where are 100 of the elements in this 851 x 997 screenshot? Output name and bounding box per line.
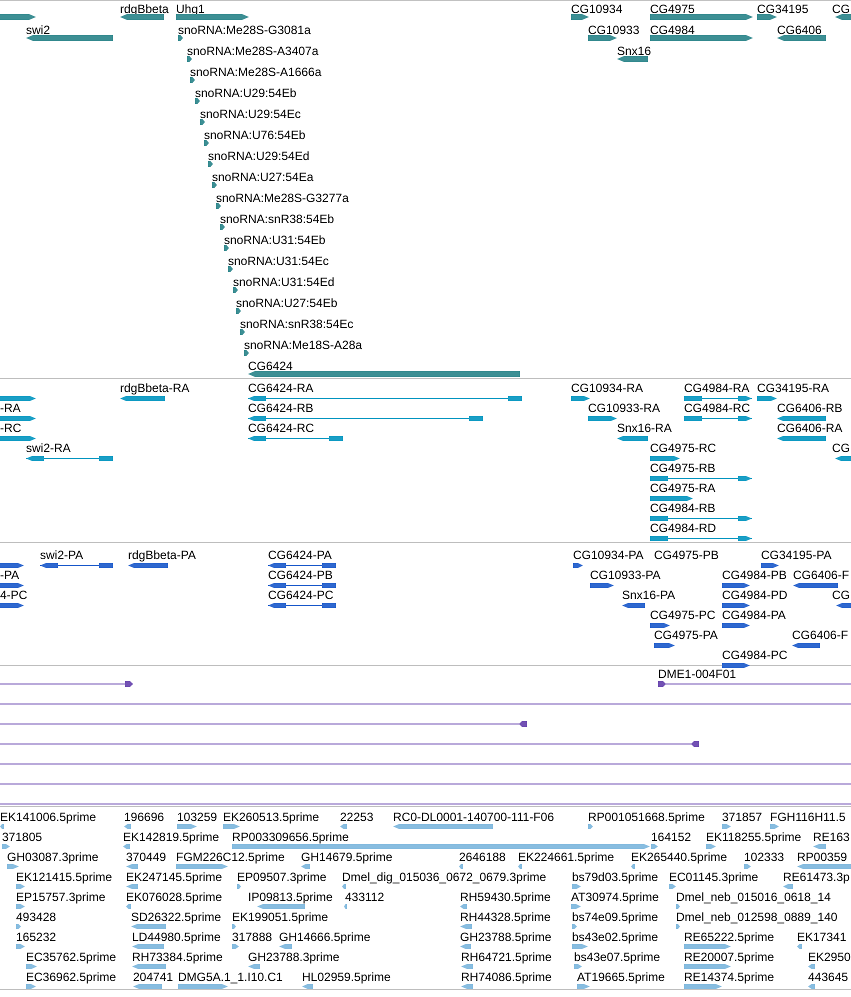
feature-label: Snx16-RA [617,421,672,435]
feature-label: RE65222.5prime [684,930,774,944]
feature-label: 2646188 [459,850,506,864]
feature-label: CG4984-RB [650,501,716,515]
feature-label: bs43e02.5prime [572,930,658,944]
feature-label: RP00359 [797,850,848,864]
feature-label: snoRNA:U29:54Ed [208,149,310,163]
feature-label: CG6424-PA [268,548,332,562]
feature-label: CG6424-PC [268,588,334,602]
feature-label: EK076028.5prime [126,890,222,904]
feature-label: EK260513.5prime [223,810,320,824]
feature-label: CG6406-F [792,628,848,642]
feature-label: GH14679.5prime [301,850,392,864]
feature-label: snoRNA:U29:54Ec [200,107,301,121]
feature-label: EK118255.5prime [706,830,802,844]
feature-label: swi2-PA [40,548,84,562]
feature-label: CG10933-RA [588,401,660,415]
feature-label: 164152 [651,830,692,844]
feature-label: CG4975-RC [650,441,716,455]
feature-label: CG6406-F [793,568,850,582]
feature-label: Dmel_neb_015016_0618_14 [676,890,831,904]
feature-label: CG10934 [571,2,622,16]
feature-label: snoRNA:U29:54Eb [195,86,296,100]
feature-label: 371857 [722,810,762,824]
feature-label: RH73384.5prime [132,950,223,964]
feature-label: GH23788.3prime [248,950,340,964]
feature-label: FGH116H11.5 [770,810,846,824]
feature-label: bs43e07.5prime [574,950,660,964]
feature-label: RE20007.5prime [684,950,774,964]
feature-label: snoRNA:U31:54Eb [224,233,326,247]
feature-label: EK2950 [808,950,851,964]
feature-label: snoRNA:Me28S-A1666a [190,65,322,79]
feature-label: RH74086.5prime [461,970,552,984]
feature-label: CG4975-RB [650,461,716,475]
feature-label: RH44328.5prime [460,910,551,924]
feature-label: bs79d03.5prime [572,870,658,884]
feature-label: CG6406-RB [777,401,842,415]
feature-label: CG6424-RA [248,381,314,395]
feature-label: CG [832,588,850,602]
feature-label: snoRNA:Me28S-A3407a [187,44,318,58]
feature-label: 371805 [2,830,42,844]
feature-label: EC35762.5prime [26,950,116,964]
feature-label: CG4984-RC [684,401,750,415]
feature-label: CG4975 [650,2,695,16]
feature-label: EK199051.5prime [232,910,328,924]
feature-label: Dmel_dig_015036_0672_0679.3prime [342,870,546,884]
feature-label: swi2 [26,23,50,37]
feature-label: 22253 [340,810,374,824]
feature-label: HL02959.5prime [302,970,391,984]
feature-label: CG10934-PA [573,548,644,562]
feature-label: snoRNA:U76:54Eb [204,128,306,142]
feature-label: CG6424-RB [248,401,314,415]
feature-label: 4-PC [0,588,28,602]
feature-label: EK265440.5prime [631,850,728,864]
feature-label: rdgBbeta [120,2,169,16]
feature-label: CG6406 [777,23,822,37]
feature-label: CG4984-PC [722,648,788,662]
feature-label: DME1-004F01 [658,667,736,681]
feature-label: EP09507.3prime [237,870,326,884]
feature-label: EK247145.5prime [126,870,222,884]
feature-label: snoRNA:U27:54Ea [212,170,314,184]
feature-label: 165232 [16,930,56,944]
feature-label: CG34195 [757,2,808,16]
feature-label: IP09813.5prime [248,890,333,904]
feature-label: 443645 [808,970,848,984]
feature-label: EK141006.5prime [0,810,96,824]
feature-label: CG4984-RA [684,381,750,395]
feature-label: RE61473.3p [783,870,850,884]
feature-label: RE163 [813,830,850,844]
feature-label: SD26322.5prime [131,910,222,924]
feature-label: DMG5A.1_1.I10.C1 [178,970,283,984]
feature-label: 317888 [232,930,272,944]
feature-label: CG [832,2,850,16]
feature-label: CG6424 [248,359,293,373]
feature-label: CG6424-PB [268,568,333,582]
feature-label: GH23788.5prime [460,930,552,944]
feature-label: RH64721.5prime [461,950,552,964]
feature-label: CG4975-PC [650,608,716,622]
feature-label: GH03087.3prime [7,850,98,864]
feature-label: CG4984-PB [722,568,787,582]
feature-label: 493428 [16,910,56,924]
feature-label: CG10934-RA [571,381,644,395]
feature-label: EC01145.3prime [669,870,758,884]
feature-label: CG4984 [650,23,695,37]
feature-label: RE14374.5prime [684,970,774,984]
feature-label: 370449 [126,850,166,864]
feature-label: snoRNA:Me28S-G3277a [216,191,349,205]
feature-label: EP15757.3prime [16,890,106,904]
feature-label: snoRNA:snR38:54Ec [240,317,354,331]
feature-label: 102333 [744,850,784,864]
feature-label: bs74e09.5prime [572,910,658,924]
feature-label: EK142819.5prime [123,830,220,844]
feature-label: rdgBbeta-RA [120,381,190,395]
feature-label: -RA [0,401,21,415]
feature-label: EK121415.5prime [16,870,112,884]
feature-label: EC36962.5prime [26,970,116,984]
feature-label: snoRNA:U27:54Eb [236,296,338,310]
feature-label: CG10933-PA [590,568,660,582]
feature-label: 204741 [133,970,174,984]
feature-label: FGM226C12.5prime [176,850,285,864]
